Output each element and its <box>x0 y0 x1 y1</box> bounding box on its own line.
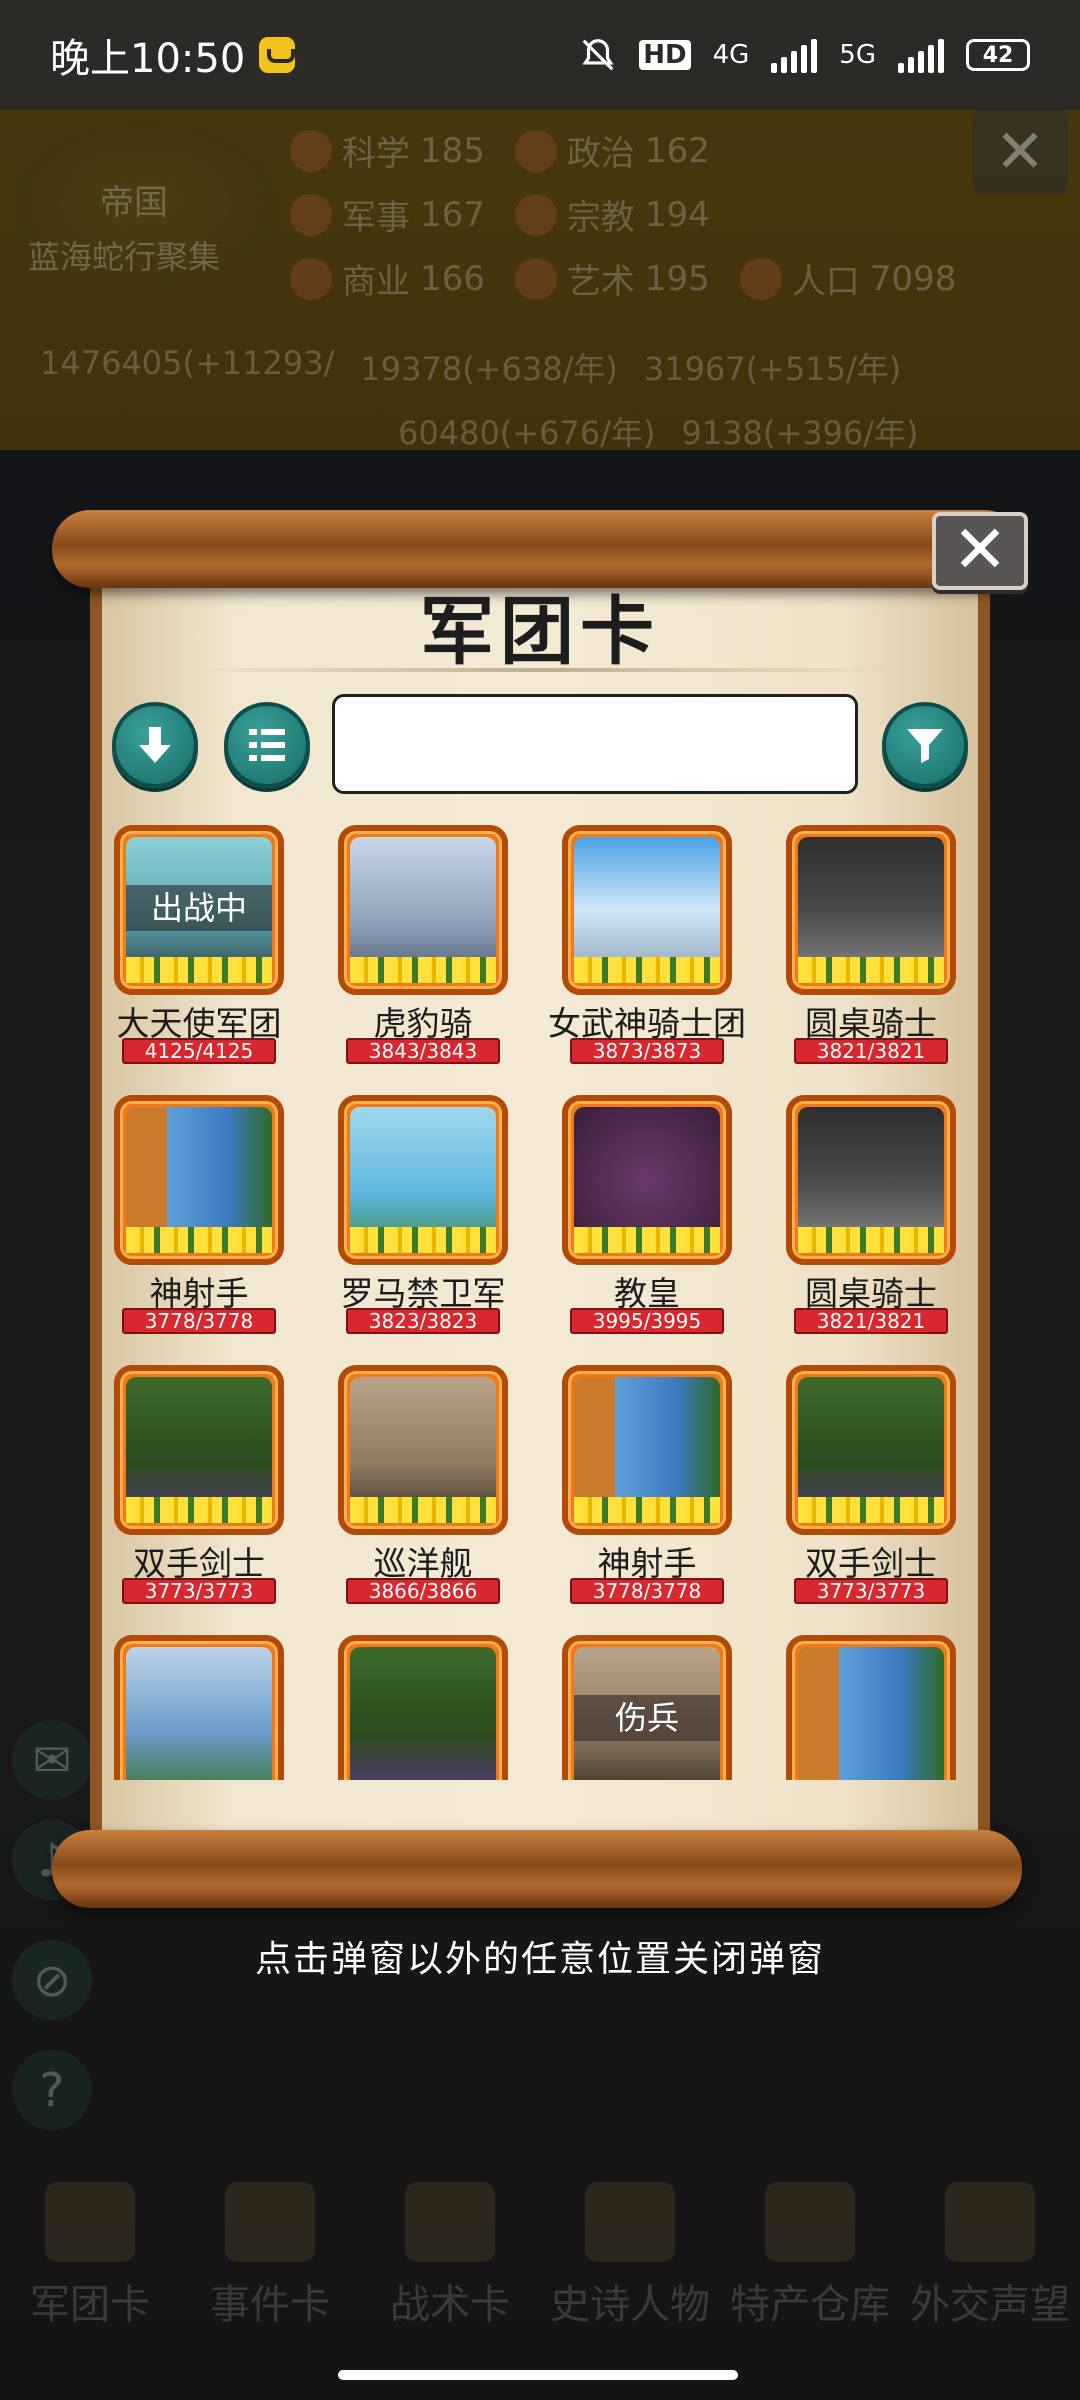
list-view-button[interactable] <box>224 702 310 788</box>
crown-rank-icon <box>574 1227 720 1253</box>
card-hp-bar: 4125/4125 <box>122 1038 276 1064</box>
legion-card[interactable]: 巡洋舰 3866/3866 <box>328 1360 518 1610</box>
crown-rank-icon <box>574 1497 720 1523</box>
legion-card[interactable]: 教皇 3995/3995 <box>552 1090 742 1340</box>
card-frame <box>338 1095 508 1265</box>
card-hp-bar: 3821/3821 <box>794 1038 948 1064</box>
crown-rank-icon <box>126 1227 272 1253</box>
crown-rank-icon <box>350 957 496 983</box>
card-hp-bar: 3778/3778 <box>122 1308 276 1334</box>
crown-rank-icon <box>798 1497 944 1523</box>
card-hp-bar: 3773/3773 <box>794 1578 948 1604</box>
crown-rank-icon <box>126 957 272 983</box>
card-frame <box>562 825 732 995</box>
hd-badge: HD <box>639 40 691 70</box>
card-frame <box>786 825 956 995</box>
legion-card[interactable]: 神射手 3778/3778 <box>552 1360 742 1610</box>
legion-card[interactable]: 双手剑士 3773/3773 <box>104 1360 294 1610</box>
card-frame <box>338 1365 508 1535</box>
signal-icon <box>771 37 818 73</box>
legion-card[interactable] <box>104 1630 294 1780</box>
network-4g: 4G <box>712 40 750 70</box>
card-hp-bar: 3821/3821 <box>794 1308 948 1334</box>
legion-card[interactable]: 神射手 3778/3778 <box>104 1090 294 1340</box>
crown-rank-icon <box>798 1227 944 1253</box>
battery-level: 42 <box>982 42 1014 68</box>
dialog-title: 军团卡 <box>420 589 660 675</box>
card-frame <box>562 1365 732 1535</box>
crown-rank-icon <box>126 1497 272 1523</box>
card-grid: 出战中 大天使军团 4125/4125 虎豹骑 3843/3843 女武神骑士团 3873/… <box>104 820 974 1780</box>
card-frame <box>786 1095 956 1265</box>
close-hint: 点击弹窗以外的任意位置关闭弹窗 <box>254 1939 825 1980</box>
legion-card[interactable]: 女武神骑士团 3873/3873 <box>548 820 746 1070</box>
filter-button[interactable] <box>882 702 968 788</box>
card-status-tag: 伤兵 <box>574 1695 720 1741</box>
crown-rank-icon <box>350 1497 496 1523</box>
mute-bell-icon <box>582 39 614 71</box>
card-frame <box>114 1365 284 1535</box>
card-hp-bar: 3773/3773 <box>122 1578 276 1604</box>
legion-card[interactable]: 罗马禁卫军 3823/3823 <box>328 1090 518 1340</box>
card-hp-bar: 3823/3823 <box>346 1308 500 1334</box>
status-bar: 晚上10:50 HD 4G 5G 42 <box>0 0 1080 110</box>
legion-card[interactable]: 伤兵 <box>552 1630 742 1780</box>
status-left: 晚上10:50 <box>50 26 296 84</box>
legion-card[interactable]: 圆桌骑士 3821/3821 <box>776 1090 966 1340</box>
unit-portrait-archer2 <box>126 1647 272 1780</box>
crown-rank-icon <box>798 957 944 983</box>
battery-icon: 42 <box>966 39 1030 71</box>
status-right: HD 4G 5G 42 <box>579 36 1030 74</box>
card-hp-bar: 3843/3843 <box>346 1038 500 1064</box>
scroll-roll-bottom <box>52 1830 1022 1908</box>
card-frame <box>562 1095 732 1265</box>
card-frame: 伤兵 <box>562 1635 732 1780</box>
legion-card[interactable]: 虎豹骑 3843/3843 <box>328 820 518 1070</box>
crown-rank-icon <box>350 1227 496 1253</box>
app-notification-icon <box>259 37 296 73</box>
signal-icon-2 <box>898 37 944 73</box>
card-frame: 出战中 <box>114 825 284 995</box>
legion-card[interactable]: 双手剑士 3773/3773 <box>776 1360 966 1610</box>
status-time: 晚上10:50 <box>50 36 246 82</box>
card-frame <box>338 1635 508 1780</box>
unit-portrait-archer <box>798 1647 944 1780</box>
home-indicator[interactable] <box>338 2370 738 2380</box>
legion-card[interactable] <box>776 1630 966 1780</box>
card-hp-bar: 3873/3873 <box>570 1038 724 1064</box>
card-hp-bar: 3866/3866 <box>346 1578 500 1604</box>
unit-portrait-swordsman <box>350 1647 496 1780</box>
card-frame <box>786 1635 956 1780</box>
title-divider <box>190 668 890 672</box>
legion-card[interactable]: 出战中 大天使军团 4125/4125 <box>104 820 294 1070</box>
search-input[interactable] <box>332 694 858 794</box>
card-status-tag: 出战中 <box>126 885 272 931</box>
legion-card[interactable]: 圆桌骑士 3821/3821 <box>776 820 966 1070</box>
card-frame <box>786 1365 956 1535</box>
card-frame <box>114 1635 284 1780</box>
crown-rank-icon <box>574 957 720 983</box>
card-frame <box>114 1095 284 1265</box>
sort-button[interactable] <box>112 702 198 788</box>
list-icon <box>249 729 285 761</box>
legion-card[interactable] <box>328 1630 518 1780</box>
card-hp-bar: 3995/3995 <box>570 1308 724 1334</box>
card-frame <box>338 825 508 995</box>
network-5g: 5G <box>839 40 876 70</box>
filter-icon <box>907 729 943 763</box>
card-hp-bar: 3778/3778 <box>570 1578 724 1604</box>
arrow-down-icon <box>139 727 171 763</box>
